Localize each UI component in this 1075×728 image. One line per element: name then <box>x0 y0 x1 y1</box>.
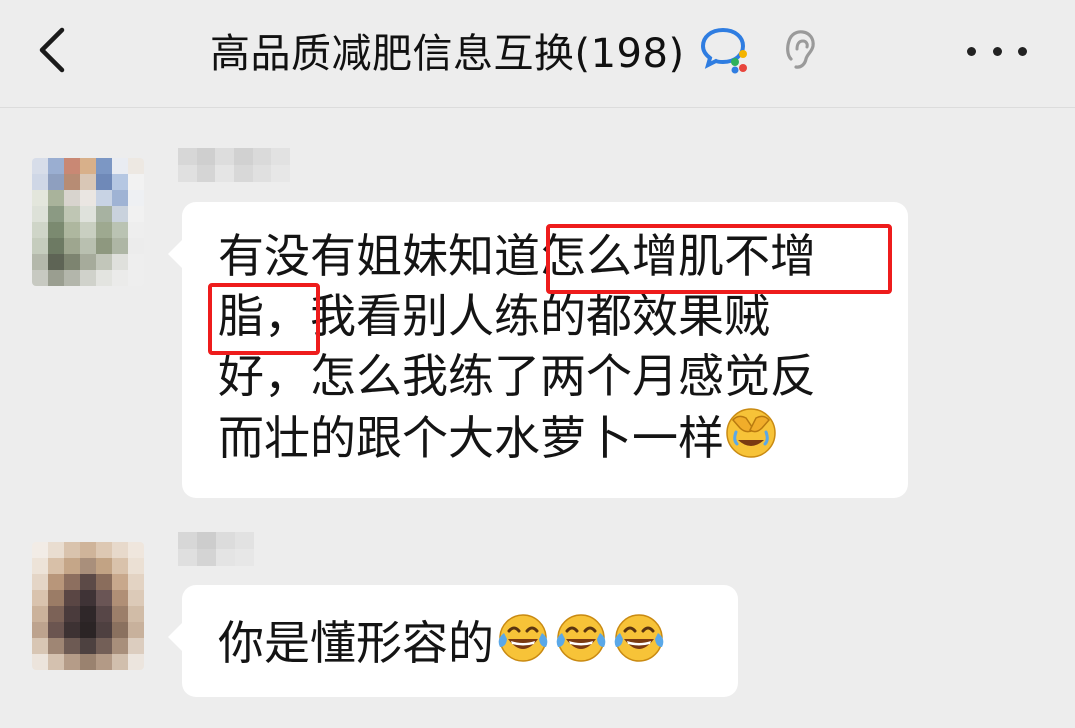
message-line-text: 你是懂形容的 <box>218 616 494 670</box>
more-options-button[interactable] <box>967 36 1027 66</box>
message-line: 而壮的跟个大水萝卜一样 <box>218 406 878 466</box>
tears-of-joy-emoji <box>556 614 606 662</box>
title-group: 高品质减肥信息互换(198) <box>210 22 819 78</box>
chevron-left-icon <box>39 27 65 73</box>
sender-name-blurred <box>178 148 290 182</box>
tears-of-joy-emoji <box>614 614 664 662</box>
back-button[interactable] <box>30 22 80 78</box>
sender-name-blurred <box>178 532 254 566</box>
chat-title: 高品质减肥信息互换(198) <box>210 31 685 77</box>
message-bubble[interactable]: 你是懂形容的 <box>168 585 738 697</box>
face-palm-crying-emoji <box>726 408 776 458</box>
avatar-blurred[interactable] <box>32 542 144 670</box>
chat-header: 高品质减肥信息互换(198) <box>0 0 1075 108</box>
more-dots-icon <box>967 46 976 56</box>
highlight-box <box>546 224 892 294</box>
highlight-box <box>208 283 320 355</box>
message-line-text: 而壮的跟个大水萝卜一样 <box>218 411 724 465</box>
avatar-blurred[interactable] <box>32 158 144 286</box>
message-line: 你是懂形容的 <box>218 611 708 671</box>
message-line: 好，怎么我练了两个月感觉反 <box>218 349 816 403</box>
enterprise-chat-icon <box>700 27 747 74</box>
tears-of-joy-emoji <box>498 614 548 662</box>
muted-notification-ear-icon[interactable] <box>779 25 819 75</box>
